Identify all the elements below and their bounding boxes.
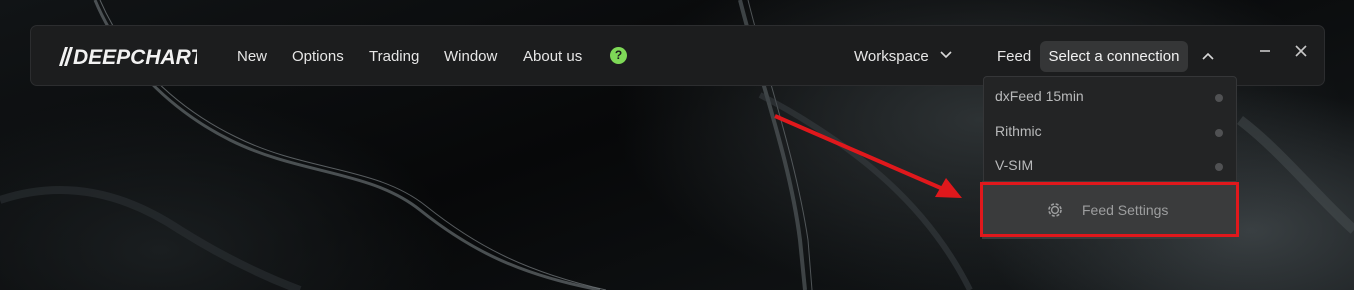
gear-icon bbox=[1048, 203, 1062, 217]
connection-item-label: dxFeed 15min bbox=[995, 88, 1084, 104]
chevron-down-icon[interactable] bbox=[940, 50, 952, 60]
status-dot-icon bbox=[1215, 129, 1223, 137]
workspace-dropdown[interactable]: Workspace bbox=[854, 48, 929, 66]
close-icon[interactable] bbox=[1290, 40, 1312, 62]
feed-settings-label: Feed Settings bbox=[1082, 202, 1169, 218]
menu-options[interactable]: Options bbox=[292, 48, 344, 66]
select-connection-button[interactable]: Select a connection bbox=[1040, 41, 1188, 72]
connection-item-vsim[interactable]: V-SIM bbox=[984, 148, 1236, 182]
connection-item-rithmic[interactable]: Rithmic bbox=[984, 114, 1236, 148]
deepchart-logo: DEEPCHART bbox=[59, 46, 197, 69]
connection-item-label: Rithmic bbox=[995, 123, 1042, 139]
chevron-up-icon[interactable] bbox=[1202, 51, 1214, 61]
menu-about-us[interactable]: About us bbox=[523, 48, 582, 66]
menu-new[interactable]: New bbox=[237, 48, 267, 66]
connection-dropdown: dxFeed 15min Rithmic V-SIM Feed Settings bbox=[982, 76, 1237, 239]
logo-text: DEEPCHART bbox=[73, 46, 197, 69]
connection-item-dxfeed[interactable]: dxFeed 15min bbox=[984, 79, 1236, 113]
feed-label: Feed bbox=[997, 48, 1032, 65]
minimize-icon[interactable] bbox=[1254, 40, 1276, 62]
connection-item-label: V-SIM bbox=[995, 157, 1034, 173]
menu-trading[interactable]: Trading bbox=[369, 48, 419, 66]
feed-settings-button[interactable]: Feed Settings bbox=[982, 181, 1236, 239]
workspace-label: Workspace bbox=[854, 48, 929, 65]
menu-window[interactable]: Window bbox=[444, 48, 497, 66]
status-dot-icon bbox=[1215, 94, 1223, 102]
help-icon[interactable]: ? bbox=[610, 47, 627, 64]
status-dot-icon bbox=[1215, 163, 1223, 171]
